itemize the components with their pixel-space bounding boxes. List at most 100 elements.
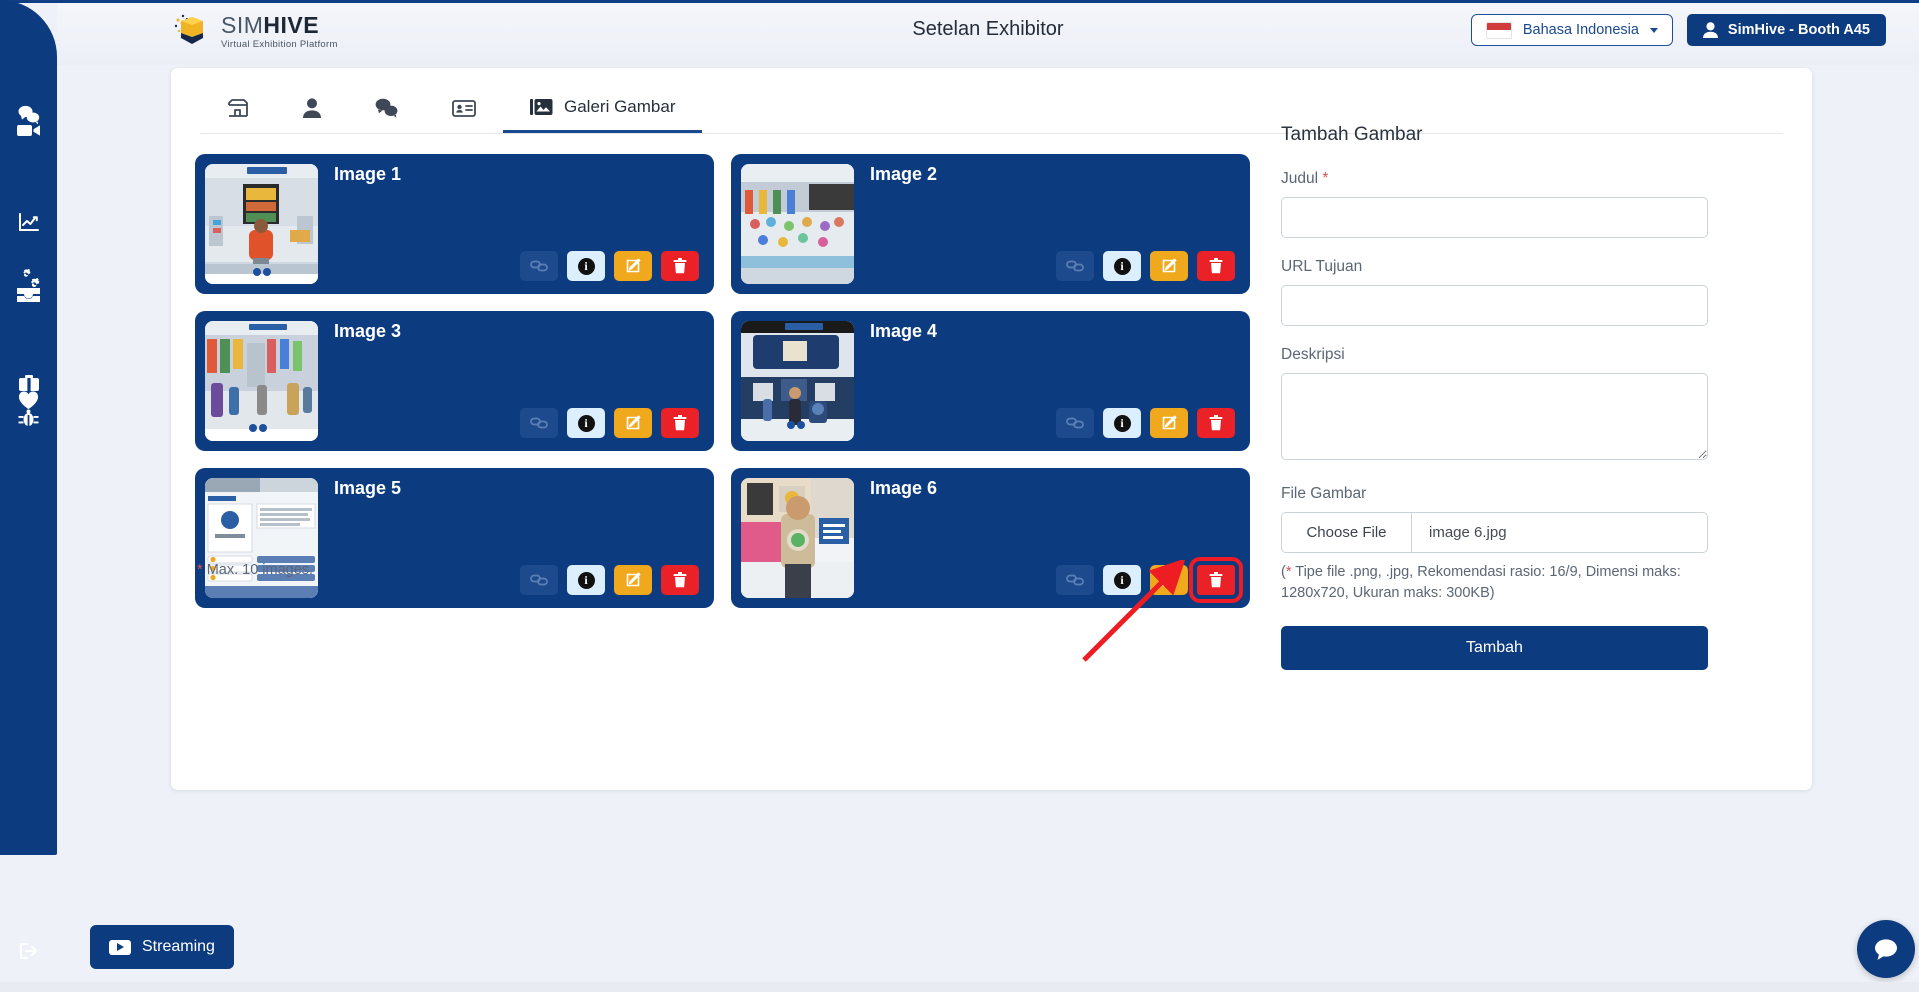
- add-image-form: Tambah Gambar Judul * URL Tujuan Deskrip…: [1281, 124, 1708, 671]
- sidebar-item-briefcase[interactable]: [10, 374, 48, 392]
- description-textarea[interactable]: [1281, 373, 1708, 460]
- delete-button[interactable]: [661, 565, 699, 595]
- link-icon: [1066, 574, 1084, 586]
- gallery-thumbnail: [205, 321, 318, 441]
- edit-button[interactable]: [1150, 565, 1188, 595]
- url-input[interactable]: [1281, 285, 1708, 326]
- choose-file-button[interactable]: Choose File: [1282, 513, 1412, 552]
- info-icon: i: [577, 257, 595, 275]
- bottom-strip: [0, 982, 1919, 992]
- link-icon: [1066, 260, 1084, 272]
- info-button[interactable]: i: [567, 251, 605, 281]
- link-button[interactable]: [520, 251, 558, 281]
- delete-button[interactable]: [1189, 557, 1243, 603]
- chat-fab-button[interactable]: [1857, 920, 1915, 978]
- edit-pencil-icon: [626, 258, 641, 273]
- edit-button[interactable]: [1150, 251, 1188, 281]
- link-icon: [1066, 417, 1084, 429]
- sidebar-item-report-bug[interactable]: [10, 408, 48, 428]
- delete-button[interactable]: [1197, 408, 1235, 438]
- logo-tagline: Virtual Exhibition Platform: [221, 39, 338, 51]
- image-gallery-icon: [530, 98, 553, 115]
- tab-namecard[interactable]: [425, 83, 503, 133]
- link-button[interactable]: [1056, 251, 1094, 281]
- required-asterisk: *: [197, 562, 203, 578]
- delete-button[interactable]: [661, 251, 699, 281]
- file-label: File Gambar: [1281, 485, 1367, 502]
- youtube-play-icon: [109, 939, 131, 955]
- sidebar-item-inbox[interactable]: [10, 287, 48, 303]
- info-icon: i: [577, 571, 595, 589]
- bug-icon: [18, 409, 39, 426]
- gallery-section: Image 1 i Image 2 i Image 3 i Image 4 i …: [195, 154, 1251, 608]
- streaming-label: Streaming: [142, 938, 215, 955]
- gallery-card[interactable]: Image 1 i: [195, 154, 714, 294]
- gallery-thumbnail: [205, 478, 318, 598]
- info-button[interactable]: i: [567, 408, 605, 438]
- submit-add-button[interactable]: Tambah: [1281, 626, 1708, 671]
- trash-delete-icon: [1209, 572, 1223, 588]
- edit-button[interactable]: [614, 251, 652, 281]
- link-icon: [530, 260, 548, 272]
- gallery-card-title: Image 4: [870, 321, 938, 341]
- gallery-card-actions: i: [520, 565, 699, 595]
- info-button[interactable]: i: [1103, 251, 1141, 281]
- gallery-card-actions: i: [1056, 251, 1235, 281]
- title-label-text: Judul: [1281, 170, 1319, 187]
- link-button[interactable]: [1056, 565, 1094, 595]
- gallery-card-actions: i: [520, 251, 699, 281]
- sidebar-item-analytics[interactable]: [10, 212, 48, 232]
- url-label: URL Tujuan: [1281, 258, 1363, 275]
- tab-profile[interactable]: [276, 83, 348, 133]
- title-input[interactable]: [1281, 197, 1708, 238]
- sidebar-item-settings[interactable]: [10, 268, 48, 289]
- form-heading: Tambah Gambar: [1281, 124, 1423, 145]
- gallery-card-title: Image 3: [334, 321, 402, 341]
- required-asterisk: *: [1322, 170, 1329, 187]
- gallery-card[interactable]: Image 4 i: [731, 311, 1250, 451]
- gallery-card-actions: i: [520, 408, 699, 438]
- trash-delete-icon: [673, 415, 687, 431]
- link-icon: [530, 574, 548, 586]
- edit-button[interactable]: [1150, 408, 1188, 438]
- info-button[interactable]: i: [1103, 565, 1141, 595]
- link-button[interactable]: [1056, 408, 1094, 438]
- tab-booth[interactable]: [200, 83, 276, 133]
- trash-delete-icon: [673, 258, 687, 274]
- gallery-card-title: Image 5: [334, 478, 402, 498]
- file-hint: (* Tipe file .png, .jpg, Rekomendasi ras…: [1281, 562, 1708, 604]
- gallery-card-actions: i: [1056, 557, 1243, 603]
- gallery-card[interactable]: Image 5 i: [195, 468, 714, 608]
- edit-pencil-icon: [1162, 572, 1177, 587]
- link-icon: [530, 417, 548, 429]
- gallery-card[interactable]: Image 2 i: [731, 154, 1250, 294]
- link-button[interactable]: [520, 565, 558, 595]
- edit-pencil-icon: [1162, 258, 1177, 273]
- sidebar-item-video[interactable]: [10, 122, 48, 139]
- gallery-card-title: Image 1: [334, 164, 402, 184]
- edit-button[interactable]: [614, 565, 652, 595]
- delete-button[interactable]: [1197, 251, 1235, 281]
- briefcase-icon: [18, 375, 39, 391]
- streaming-button[interactable]: Streaming: [90, 925, 234, 969]
- link-button[interactable]: [520, 408, 558, 438]
- info-button[interactable]: i: [1103, 408, 1141, 438]
- chat-bubble-icon: [1875, 939, 1897, 960]
- file-input-row[interactable]: Choose File image 6.jpg: [1281, 512, 1708, 553]
- chevron-down-icon: [1649, 27, 1658, 33]
- edit-button[interactable]: [614, 408, 652, 438]
- tab-gallery[interactable]: Galeri Gambar: [503, 83, 703, 133]
- logout-icon: [19, 942, 37, 960]
- delete-button[interactable]: [661, 408, 699, 438]
- language-selector[interactable]: Bahasa Indonesia: [1470, 14, 1673, 46]
- tab-chat[interactable]: [348, 83, 425, 133]
- gallery-card-actions: i: [1056, 408, 1235, 438]
- booth-store-icon: [228, 99, 248, 117]
- user-booth-button[interactable]: SimHive - Booth A45: [1686, 14, 1886, 46]
- gallery-card[interactable]: Image 3 i: [195, 311, 714, 451]
- gallery-card[interactable]: Image 6 i: [731, 468, 1250, 608]
- sidebar-item-logout[interactable]: [10, 941, 48, 961]
- info-button[interactable]: i: [567, 565, 605, 595]
- id-card-icon: [452, 99, 476, 117]
- info-icon: i: [1113, 257, 1131, 275]
